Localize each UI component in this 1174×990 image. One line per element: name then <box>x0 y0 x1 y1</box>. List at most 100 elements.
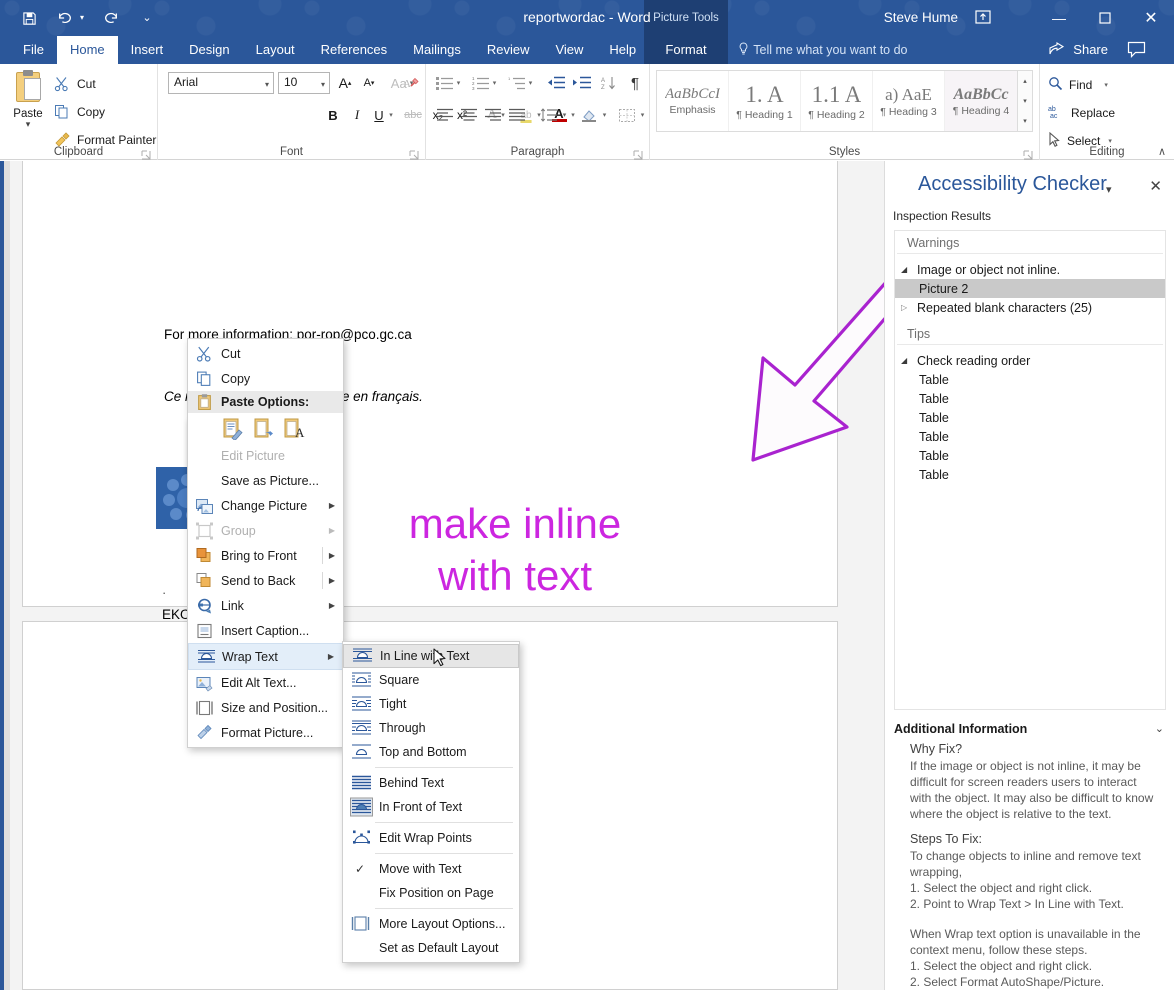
submenu-item-top-and-bottom[interactable]: Top and Bottom <box>343 740 519 764</box>
result-row-table[interactable]: Table <box>895 465 1165 484</box>
share-button[interactable]: Share <box>1049 36 1108 64</box>
expander-open-icon[interactable]: ◢ <box>901 356 907 365</box>
tab-format[interactable]: Format <box>644 36 728 64</box>
submenu-item-in-front-of-text[interactable]: In Front of Text <box>343 795 519 819</box>
expander-closed-icon[interactable]: ▷ <box>901 303 907 312</box>
replace-button[interactable]: ab ac Replace <box>1048 104 1115 122</box>
line-spacing-caret-icon[interactable]: ▾ <box>560 104 569 126</box>
font-name-combobox[interactable]: Arial ▾ <box>168 72 274 94</box>
grow-font-button[interactable]: A ▴ <box>334 72 356 94</box>
result-row-table[interactable]: Table <box>895 370 1165 389</box>
result-row-table[interactable]: Table <box>895 408 1165 427</box>
context-menu-item-size-and-position[interactable]: Size and Position... <box>188 695 343 720</box>
ribbon-display-options-icon[interactable] <box>974 9 994 27</box>
context-menu-item-copy[interactable]: Copy <box>188 366 343 391</box>
sort-button[interactable]: AZ <box>598 72 620 94</box>
result-row-table[interactable]: Table <box>895 446 1165 465</box>
tab-layout[interactable]: Layout <box>243 36 308 64</box>
style-heading-4[interactable]: AaBbCс ¶ Heading 4 <box>945 71 1017 131</box>
tab-mailings[interactable]: Mailings <box>400 36 474 64</box>
result-row-picture-2[interactable]: Picture 2 <box>895 279 1165 298</box>
styles-scroll-up-icon[interactable]: ▴ <box>1018 71 1032 91</box>
tab-home[interactable]: Home <box>56 36 118 64</box>
bullets-button[interactable] <box>434 72 456 94</box>
result-row-image-not-inline[interactable]: ◢ Image or object not inline. <box>895 260 1165 279</box>
context-menu-item-save-as-picture[interactable]: Save as Picture... <box>188 468 343 493</box>
style-heading-3[interactable]: a) AaE ¶ Heading 3 <box>873 71 945 131</box>
additional-information-chevron-icon[interactable]: ⌄ <box>1155 722 1164 735</box>
paste-keep-source-formatting-icon[interactable] <box>221 416 243 442</box>
align-center-button[interactable] <box>458 104 480 126</box>
submenu-item-tight[interactable]: Tight <box>343 692 519 716</box>
tab-help[interactable]: Help <box>596 36 649 64</box>
submenu-item-move-with-text[interactable]: ✓ Move with Text <box>343 857 519 881</box>
bold-button[interactable]: B <box>322 104 344 126</box>
line-spacing-button[interactable] <box>538 104 560 126</box>
select-caret-icon[interactable]: ▾ <box>1108 137 1112 145</box>
underline-caret-icon[interactable]: ▾ <box>386 104 396 126</box>
context-menu-item-change-picture[interactable]: Change Picture ▶ <box>188 493 343 518</box>
tab-view[interactable]: View <box>542 36 596 64</box>
submenu-item-fix-position-on-page[interactable]: Fix Position on Page <box>343 881 519 905</box>
cut-button[interactable]: Cut <box>54 76 96 92</box>
borders-button[interactable] <box>616 104 638 126</box>
maximize-button[interactable] <box>1082 0 1128 36</box>
styles-more-icon[interactable]: ▾ <box>1018 111 1032 131</box>
clear-formatting-icon[interactable]: A <box>400 72 422 94</box>
submenu-item-square[interactable]: Square <box>343 668 519 692</box>
font-size-combobox[interactable]: 10 ▾ <box>278 72 330 94</box>
collapse-ribbon-icon[interactable]: ∧ <box>1158 145 1166 158</box>
context-menu-item-edit-alt-text[interactable]: Edit Alt Text... <box>188 670 343 695</box>
result-row-repeated-blank-characters[interactable]: ▷ Repeated blank characters (25) <box>895 298 1165 317</box>
tab-file[interactable]: File <box>10 36 57 64</box>
style-emphasis[interactable]: AaBbCcI Emphasis <box>657 71 729 131</box>
paste-dropdown-icon[interactable]: ▾ <box>8 120 48 129</box>
tell-me-search[interactable]: Tell me what you want to do <box>736 36 908 64</box>
submenu-item-more-layout-options[interactable]: More Layout Options... <box>343 912 519 936</box>
submenu-item-through[interactable]: Through <box>343 716 519 740</box>
styles-gallery-scroll[interactable]: ▴ ▾ ▾ <box>1018 70 1033 132</box>
result-row-check-reading-order[interactable]: ◢ Check reading order <box>895 351 1165 370</box>
copy-button[interactable]: Copy <box>54 104 105 120</box>
context-menu-item-cut[interactable]: Cut <box>188 341 343 366</box>
tab-review[interactable]: Review <box>474 36 543 64</box>
context-menu-item-format-picture[interactable]: Format Picture... <box>188 720 343 745</box>
font-dialog-launcher-icon[interactable] <box>409 147 419 160</box>
shrink-font-button[interactable]: A ▾ <box>358 72 380 94</box>
paste-merge-formatting-icon[interactable] <box>252 416 274 440</box>
paste-button[interactable]: Paste ▾ <box>8 70 48 129</box>
numbering-caret-icon[interactable]: ▾ <box>490 72 499 94</box>
borders-caret-icon[interactable]: ▾ <box>638 104 647 126</box>
multilevel-caret-icon[interactable]: ▾ <box>526 72 535 94</box>
shading-button[interactable] <box>578 104 600 126</box>
context-menu-item-insert-caption[interactable]: Insert Caption... <box>188 618 343 643</box>
numbering-button[interactable]: 123 <box>470 72 492 94</box>
shading-caret-icon[interactable]: ▾ <box>600 104 609 126</box>
styles-dialog-launcher-icon[interactable] <box>1023 147 1033 160</box>
paste-keep-text-only-icon[interactable]: A <box>283 416 305 440</box>
decrease-indent-button[interactable] <box>544 72 568 94</box>
multilevel-list-button[interactable]: 1 <box>506 72 528 94</box>
style-heading-1[interactable]: 1. A ¶ Heading 1 <box>729 71 801 131</box>
pane-dropdown-icon[interactable]: ▾ <box>1106 183 1112 196</box>
tab-references[interactable]: References <box>308 36 400 64</box>
context-menu-item-send-to-back[interactable]: Send to Back ▶ <box>188 568 343 593</box>
bullets-caret-icon[interactable]: ▾ <box>454 72 463 94</box>
submenu-item-in-line-with-text[interactable]: In Line with Text <box>343 644 519 668</box>
tab-insert[interactable]: Insert <box>118 36 177 64</box>
justify-button[interactable] <box>506 104 528 126</box>
align-left-button[interactable] <box>434 104 456 126</box>
increase-indent-button[interactable] <box>570 72 594 94</box>
find-button[interactable]: Find ▾ <box>1048 76 1108 94</box>
style-heading-2[interactable]: 1.1 A ¶ Heading 2 <box>801 71 873 131</box>
styles-scroll-down-icon[interactable]: ▾ <box>1018 91 1032 111</box>
submenu-item-behind-text[interactable]: Behind Text <box>343 771 519 795</box>
font-size-caret-icon[interactable]: ▾ <box>321 80 325 89</box>
show-formatting-marks-button[interactable]: ¶ <box>624 72 646 94</box>
comments-icon[interactable] <box>1127 41 1146 63</box>
font-name-caret-icon[interactable]: ▾ <box>265 80 269 89</box>
result-row-table[interactable]: Table <box>895 389 1165 408</box>
align-right-button[interactable] <box>482 104 504 126</box>
close-button[interactable]: ✕ <box>1128 0 1174 36</box>
submenu-item-edit-wrap-points[interactable]: Edit Wrap Points <box>343 826 519 850</box>
